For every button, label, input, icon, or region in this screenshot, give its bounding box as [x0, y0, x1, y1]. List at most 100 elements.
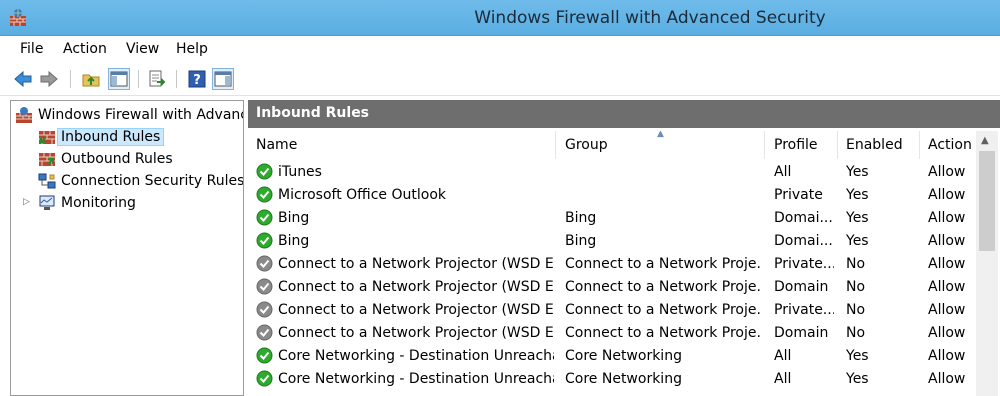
- column-header-enabled[interactable]: Enabled: [838, 131, 920, 159]
- svg-text:?: ?: [193, 73, 201, 88]
- scroll-up-arrow-icon[interactable]: ▲: [981, 135, 989, 146]
- connection-security-icon: [38, 173, 56, 189]
- sort-ascending-icon: ▲: [657, 131, 664, 139]
- enabled-check-icon: [256, 186, 273, 203]
- show-hide-tree-button[interactable]: [108, 68, 130, 90]
- cell-enabled: No: [846, 279, 866, 295]
- table-row[interactable]: Core Networking - Destination Unreacha..…: [248, 368, 978, 391]
- disabled-check-icon: [256, 324, 273, 341]
- menu-action[interactable]: Action: [63, 41, 107, 57]
- cell-action: Allow: [928, 279, 966, 295]
- table-row[interactable]: Connect to a Network Projector (WSD Ev..…: [248, 322, 978, 345]
- forward-arrow-icon: [40, 70, 58, 88]
- tree-item-label: Monitoring: [61, 195, 136, 211]
- outbound-rules-icon: [39, 153, 55, 166]
- tree-item-label: Outbound Rules: [61, 151, 173, 167]
- cell-name: Connect to a Network Projector (WSD Ev..…: [278, 256, 554, 272]
- cell-action: Allow: [928, 210, 966, 226]
- table-row[interactable]: iTunes All Yes Allow: [248, 161, 978, 184]
- column-header-action[interactable]: Action: [920, 131, 978, 159]
- tree-item-connection-security-rules[interactable]: Connection Security Rules: [38, 170, 244, 192]
- cell-name: Bing: [278, 233, 310, 249]
- cell-action: Allow: [928, 371, 966, 387]
- table-row[interactable]: Microsoft Office Outlook Private Yes Allow: [248, 184, 978, 207]
- cell-enabled: Yes: [846, 233, 869, 249]
- help-icon: ?: [188, 70, 206, 88]
- tree-item-monitoring[interactable]: Monitoring: [38, 192, 136, 214]
- enabled-check-icon: [256, 232, 273, 249]
- table-row[interactable]: Core Networking - Destination Unreacha..…: [248, 345, 978, 368]
- inbound-rules-icon: [39, 131, 55, 144]
- column-header-name[interactable]: Name: [248, 131, 556, 159]
- cell-action: Allow: [928, 348, 966, 364]
- cell-enabled: Yes: [846, 164, 869, 180]
- cell-profile: Private: [774, 187, 823, 203]
- up-one-level-button[interactable]: [80, 68, 102, 90]
- menu-help[interactable]: Help: [176, 41, 208, 57]
- toolbar-separator: [138, 70, 139, 88]
- cell-name: Bing: [278, 210, 310, 226]
- show-hide-action-pane-button[interactable]: [212, 68, 234, 90]
- cell-name: Microsoft Office Outlook: [278, 187, 446, 203]
- cell-group: Bing: [565, 233, 597, 249]
- scrollbar-thumb[interactable]: [979, 151, 995, 251]
- vertical-scrollbar[interactable]: ▲: [976, 131, 998, 396]
- show-hide-action-pane-icon: [214, 71, 232, 87]
- help-button[interactable]: ?: [186, 68, 208, 90]
- toolbar-separator: [176, 70, 177, 88]
- enabled-check-icon: [256, 163, 273, 180]
- cell-action: Allow: [928, 187, 966, 203]
- export-list-button[interactable]: [146, 68, 168, 90]
- tree-item-outbound-rules[interactable]: Outbound Rules: [38, 148, 173, 170]
- table-row[interactable]: Bing Bing Domai... Yes Allow: [248, 207, 978, 230]
- window-title: Windows Firewall with Advanced Security: [474, 8, 826, 28]
- toolbar: ?: [0, 62, 1000, 96]
- table-row[interactable]: Connect to a Network Projector (WSD Ev..…: [248, 299, 978, 322]
- cell-name: Core Networking - Destination Unreacha..…: [278, 348, 554, 364]
- column-header-profile[interactable]: Profile: [766, 131, 838, 159]
- export-list-icon: [149, 70, 166, 87]
- cell-enabled: No: [846, 302, 866, 318]
- cell-enabled: Yes: [846, 187, 869, 203]
- back-arrow-icon: [14, 70, 32, 88]
- cell-group: Connect to a Network Proje...: [565, 279, 761, 295]
- disabled-check-icon: [256, 255, 273, 272]
- menu-file[interactable]: File: [20, 41, 43, 57]
- cell-profile: Domai...: [774, 210, 833, 226]
- up-folder-icon: [82, 74, 100, 87]
- cell-action: Allow: [928, 256, 966, 272]
- tree-root-label: Windows Firewall with Advance: [38, 107, 244, 123]
- cell-group: Connect to a Network Proje...: [565, 302, 761, 318]
- disabled-check-icon: [256, 301, 273, 318]
- cell-name: Connect to a Network Projector (WSD Ev..…: [278, 279, 554, 295]
- cell-profile: Private...: [774, 302, 834, 318]
- enabled-check-icon: [256, 347, 273, 364]
- menu-bar: File Action View Help: [0, 36, 1000, 62]
- back-button[interactable]: [12, 68, 34, 90]
- cell-profile: All: [774, 348, 792, 364]
- firewall-icon: [16, 107, 32, 123]
- cell-name: iTunes: [278, 164, 322, 180]
- forward-button[interactable]: [38, 68, 60, 90]
- cell-name: Connect to a Network Projector (WSD Ev..…: [278, 325, 554, 341]
- cell-group: Core Networking: [565, 348, 682, 364]
- cell-enabled: Yes: [846, 210, 869, 226]
- cell-enabled: No: [846, 325, 866, 341]
- cell-profile: Domain: [774, 325, 829, 341]
- tree-root[interactable]: Windows Firewall with Advance: [15, 104, 244, 126]
- column-header-label: Group: [565, 137, 608, 153]
- cell-name: Connect to a Network Projector (WSD Ev..…: [278, 302, 554, 318]
- table-row[interactable]: Bing Bing Domai... Yes Allow: [248, 230, 978, 253]
- cell-group: Connect to a Network Proje...: [565, 325, 761, 341]
- cell-action: Allow: [928, 233, 966, 249]
- expand-arrow-icon[interactable]: ▷: [23, 197, 30, 207]
- show-hide-tree-icon: [110, 71, 128, 87]
- tree-item-label: Connection Security Rules: [61, 173, 244, 189]
- table-row[interactable]: Connect to a Network Projector (WSD Ev..…: [248, 276, 978, 299]
- toolbar-separator: [70, 70, 71, 88]
- tree-item-inbound-rules[interactable]: Inbound Rules: [38, 126, 165, 148]
- cell-enabled: Yes: [846, 348, 869, 364]
- cell-profile: All: [774, 164, 792, 180]
- menu-view[interactable]: View: [126, 41, 159, 57]
- table-row[interactable]: Connect to a Network Projector (WSD Ev..…: [248, 253, 978, 276]
